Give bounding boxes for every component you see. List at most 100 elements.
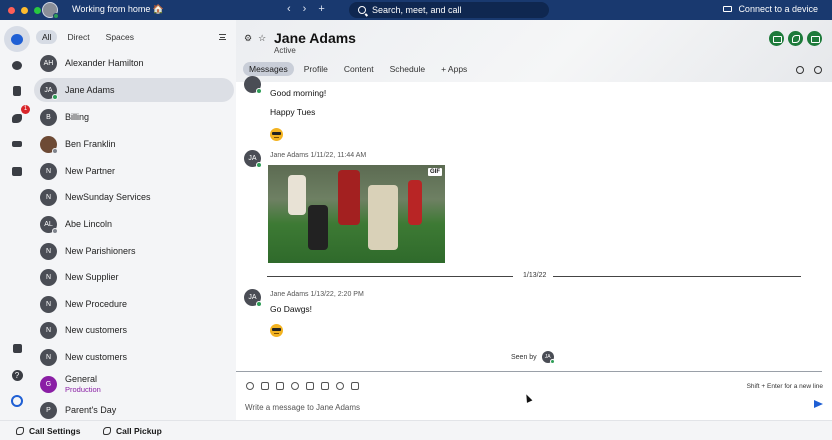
rail-voicemail[interactable] xyxy=(6,133,28,155)
presence-icon xyxy=(256,301,262,307)
contact-name: Abe Lincoln xyxy=(65,218,113,229)
contacts-icon xyxy=(13,86,21,96)
filter-direct[interactable]: Direct xyxy=(61,30,95,44)
contact-item-selected[interactable]: JA Jane Adams xyxy=(34,78,234,102)
call-pickup-button[interactable]: Call Pickup xyxy=(103,426,162,436)
settings-icon[interactable]: ⚙ xyxy=(244,33,252,44)
meet-button[interactable] xyxy=(769,31,784,46)
filter-icon[interactable] xyxy=(219,34,226,40)
rail-calendar[interactable] xyxy=(6,160,28,182)
call-settings-button[interactable]: Call Settings xyxy=(16,426,80,436)
bottom-bar: Call Settings Call Pickup xyxy=(0,420,832,440)
message-text: Happy Tues xyxy=(270,107,316,117)
emoji-icon[interactable] xyxy=(291,382,299,390)
composer-toolbar xyxy=(246,382,359,390)
title-bar: Working from home 🏠 ‹ › + Search, meet, … xyxy=(0,0,832,20)
contact-item[interactable]: N New Procedure xyxy=(34,292,234,316)
zoom-window-button[interactable] xyxy=(34,6,41,14)
avatar: N xyxy=(40,268,57,286)
tab-schedule[interactable]: Schedule xyxy=(384,62,431,76)
connect-device-button[interactable]: Connect to a device xyxy=(723,4,818,14)
format-text-icon[interactable] xyxy=(276,382,284,390)
tab-apps[interactable]: + Apps xyxy=(435,62,473,76)
avatar: N xyxy=(40,348,57,366)
gif-image[interactable]: GIF xyxy=(268,165,445,263)
read-receipt: Seen by JA xyxy=(511,351,555,364)
minimize-window-button[interactable] xyxy=(21,6,28,14)
contact-list-panel: All Direct Spaces AH Alexander Hamilton … xyxy=(34,20,236,420)
whiteboard-icon[interactable] xyxy=(321,382,329,390)
contact-item[interactable]: AH Alexander Hamilton xyxy=(34,51,234,75)
rail-webex[interactable] xyxy=(6,390,28,412)
rail-calling[interactable]: 1 xyxy=(6,105,30,129)
contact-item[interactable]: N New Supplier xyxy=(34,265,234,289)
history-nav: ‹ › + xyxy=(287,3,325,15)
contact-subtitle: Production xyxy=(65,385,101,394)
contact-item[interactable]: P Parent's Day xyxy=(34,398,234,422)
tab-content[interactable]: Content xyxy=(338,62,380,76)
presence-icon xyxy=(52,147,58,154)
contact-item[interactable]: Ben Franklin xyxy=(34,132,234,156)
gif-figure xyxy=(288,175,306,215)
rail-teams[interactable] xyxy=(6,54,28,76)
tab-messages[interactable]: Messages xyxy=(243,62,294,76)
contact-name: New Parishioners xyxy=(65,245,136,256)
search-bar[interactable]: Search, meet, and call xyxy=(349,2,549,18)
contact-item[interactable]: N New Partner xyxy=(34,159,234,183)
contact-item[interactable]: B Billing xyxy=(34,105,234,129)
send-icon[interactable] xyxy=(814,400,823,408)
favorite-star-icon[interactable]: ☆ xyxy=(258,33,266,44)
avatar: AL xyxy=(40,215,58,234)
filter-all[interactable]: All xyxy=(36,30,58,44)
missed-calls-badge: 1 xyxy=(21,105,30,114)
rail-apps[interactable] xyxy=(6,337,28,359)
help-icon: ? xyxy=(11,369,23,381)
conversation-header: ⚙ ☆ Jane Adams Active Messages Profile C… xyxy=(236,20,832,82)
presence-icon xyxy=(53,13,59,19)
message-avatar: JA xyxy=(244,289,262,307)
mention-icon[interactable] xyxy=(336,382,344,390)
contact-item[interactable]: N New customers xyxy=(34,345,234,369)
window-controls xyxy=(8,6,41,14)
avatar: N xyxy=(40,188,57,206)
contact-item[interactable]: AL Abe Lincoln xyxy=(34,212,234,236)
contact-name: NewSunday Services xyxy=(65,191,151,202)
rail-messaging[interactable] xyxy=(4,26,30,52)
avatar: G xyxy=(40,375,57,393)
avatar-initials: AL xyxy=(44,220,53,228)
audio-call-button[interactable] xyxy=(788,31,803,46)
search-messages-icon[interactable] xyxy=(814,66,822,74)
apps-icon[interactable] xyxy=(351,382,359,390)
avatar: JA xyxy=(40,81,58,100)
back-button[interactable]: ‹ xyxy=(287,3,291,15)
avatar: N xyxy=(40,321,57,339)
attach-icon[interactable] xyxy=(246,382,254,390)
new-button[interactable]: + xyxy=(318,3,324,15)
message-input[interactable] xyxy=(245,400,800,414)
filter-spaces[interactable]: Spaces xyxy=(100,30,140,44)
contact-item[interactable]: N New customers xyxy=(34,318,234,342)
folder-icon[interactable] xyxy=(261,382,269,390)
phone-icon xyxy=(12,113,22,123)
message-text: Go Dawgs! xyxy=(270,304,313,314)
user-status[interactable]: Working from home 🏠 xyxy=(72,4,164,15)
gif-icon[interactable] xyxy=(306,382,314,390)
call-pickup-icon xyxy=(103,427,111,435)
presence-icon xyxy=(52,227,58,234)
contact-item[interactable]: N NewSunday Services xyxy=(34,185,234,209)
search-placeholder: Search, meet, and call xyxy=(372,5,462,15)
message-avatar: JA xyxy=(244,150,262,168)
add-people-icon[interactable] xyxy=(796,66,804,74)
contact-name: Billing xyxy=(65,111,90,122)
contact-item[interactable]: N New Parishioners xyxy=(34,239,234,263)
close-window-button[interactable] xyxy=(8,6,15,14)
avatar: N xyxy=(40,242,57,260)
tab-profile[interactable]: Profile xyxy=(298,62,334,76)
contact-item[interactable]: G General Production xyxy=(34,372,234,396)
video-call-button[interactable] xyxy=(807,31,822,46)
rail-help[interactable]: ? xyxy=(6,364,28,386)
user-avatar[interactable] xyxy=(42,2,59,19)
calendar-icon xyxy=(12,166,22,176)
rail-contacts[interactable] xyxy=(6,80,28,102)
forward-button[interactable]: › xyxy=(303,3,307,15)
